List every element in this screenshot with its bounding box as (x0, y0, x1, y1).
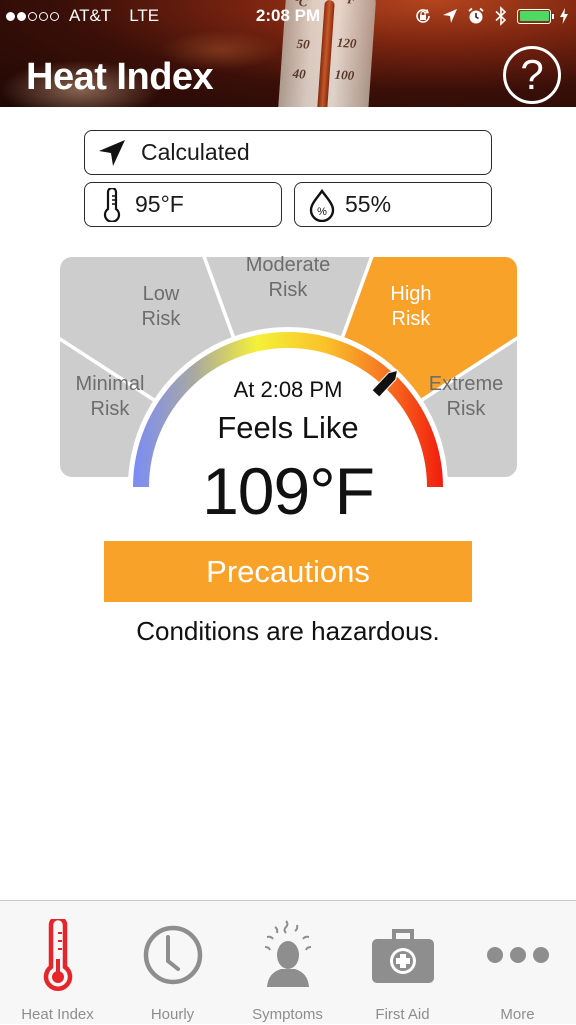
tab-label: More (500, 1006, 535, 1023)
clock-icon (143, 925, 202, 985)
condition-status-text: Conditions are hazardous. (136, 616, 440, 646)
tab-label: First Aid (375, 1006, 430, 1023)
risk-segment-label: High (390, 283, 431, 305)
headache-person-icon (264, 920, 311, 987)
reading-time: At 2:08 PM (233, 377, 343, 402)
feels-like-value: 109°F (202, 454, 375, 528)
feels-like-label: Feels Like (217, 410, 359, 445)
tab-first-aid[interactable]: First Aid (345, 901, 460, 1025)
thermometer-icon (43, 919, 72, 991)
risk-segment-label: Moderate (246, 254, 331, 276)
risk-segment-label: Low (143, 283, 180, 305)
tab-bar: Heat Index Hourly Symptoms First Aid Mor… (0, 900, 576, 1024)
risk-segment-label: Risk (142, 308, 182, 330)
first-aid-kit-icon (371, 929, 434, 983)
tab-hourly[interactable]: Hourly (115, 901, 230, 1025)
tab-more[interactable]: More (460, 901, 575, 1025)
tab-label: Symptoms (252, 1006, 323, 1023)
more-dots-icon (486, 947, 549, 963)
tab-label: Heat Index (21, 1006, 94, 1023)
risk-segment-label: Risk (392, 308, 432, 330)
precautions-button[interactable]: Precautions (104, 541, 472, 602)
risk-segment-label: Risk (269, 279, 309, 301)
tab-heat-index[interactable]: Heat Index (0, 901, 115, 1025)
heat-risk-gauge: MinimalRiskLowRiskModerateRisk HighRiskEx… (60, 254, 517, 487)
tab-symptoms[interactable]: Symptoms (230, 901, 345, 1025)
tab-label: Hourly (150, 1006, 195, 1023)
